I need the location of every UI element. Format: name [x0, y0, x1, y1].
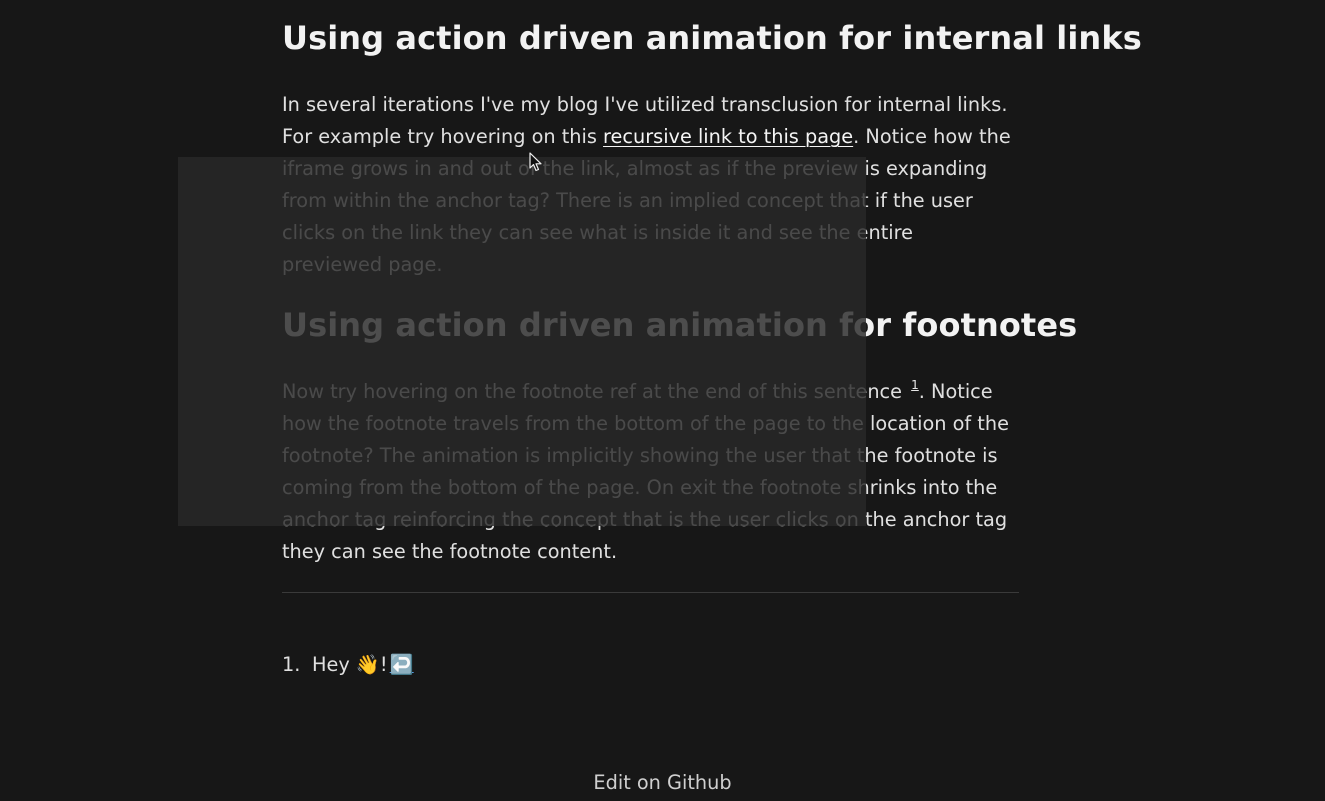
footnote-number: 1. — [282, 653, 301, 676]
mouse-pointer-icon — [529, 152, 542, 172]
footnote-ref-link[interactable]: 1 — [911, 378, 919, 392]
footer: Edit on Github — [0, 767, 1325, 799]
section-heading-footnotes: Using action driven animation for footno… — [282, 306, 1078, 344]
footnotes-divider — [282, 592, 1019, 593]
footnote-text: Hey 👋! — [312, 653, 388, 676]
recursive-page-link[interactable]: recursive link to this page — [603, 125, 853, 148]
paragraph-text: . Notice how the footnote travels from t… — [282, 380, 1009, 563]
footnote-ref[interactable]: 1 — [911, 378, 919, 392]
return-arrow-icon[interactable]: ↩️ — [390, 649, 414, 681]
edit-on-github-link[interactable]: Edit on Github — [593, 771, 731, 794]
page: Using action driven animation for intern… — [0, 0, 1325, 801]
footnote-item: 1. Hey 👋! ↩️ — [282, 649, 414, 681]
section-heading-internal-links: Using action driven animation for intern… — [282, 19, 1142, 57]
section-paragraph-footnotes: Now try hovering on the footnote ref at … — [282, 376, 1019, 568]
section-paragraph-internal-links: In several iterations I've my blog I've … — [282, 89, 1019, 281]
paragraph-text: Now try hovering on the footnote ref at … — [282, 380, 909, 403]
